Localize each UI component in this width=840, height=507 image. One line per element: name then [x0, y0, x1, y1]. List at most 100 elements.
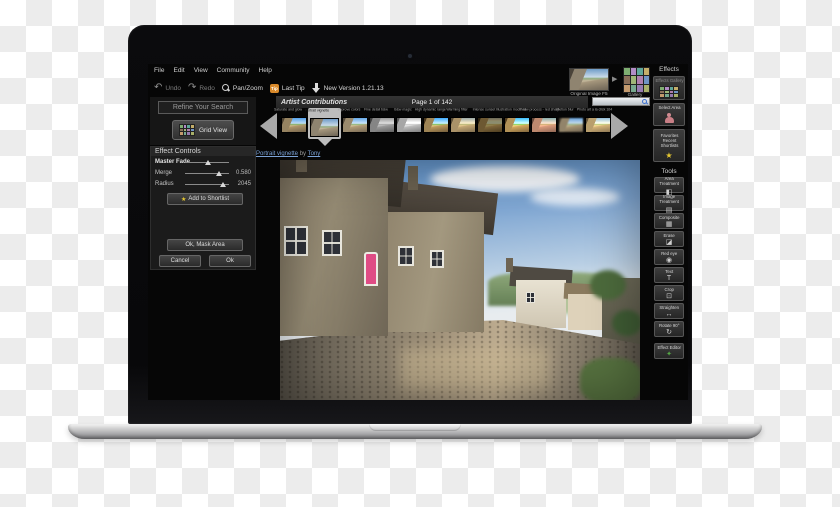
- add-to-shortlist-button[interactable]: ★ Add to Shortlist: [167, 193, 243, 205]
- slider-label: Merge: [155, 170, 185, 176]
- search-input[interactable]: [592, 97, 650, 106]
- slider-label: Master Fade: [155, 159, 185, 165]
- original-image-thumbnail[interactable]: [569, 68, 609, 91]
- straighten-icon: ↔: [666, 311, 673, 318]
- ok-button[interactable]: Ok: [209, 255, 251, 267]
- ok-mask-area-button[interactable]: Ok, Mask Area: [167, 239, 243, 251]
- last-tip-button[interactable]: Tip Last Tip: [270, 84, 305, 93]
- effect-thumbnail-label: B&w magic: [387, 108, 417, 113]
- effect-thumbnail-image: [450, 117, 476, 133]
- effect-editor-icon: ✦: [666, 351, 672, 358]
- tools-list: Area Treatment ◧ Image Treatment ▤ Compo…: [654, 175, 684, 337]
- webcam-dot: [408, 54, 412, 58]
- effect-thumbnail-label: Saturate and glow: [272, 108, 302, 113]
- tools-panel-title: Tools: [661, 168, 676, 175]
- menu-item[interactable]: Edit: [173, 67, 184, 74]
- tool-button[interactable]: Erase ◪: [654, 231, 684, 247]
- slider-handle[interactable]: [205, 160, 211, 165]
- effect-thumbnail[interactable]: Photo art a la click 104: [585, 108, 611, 133]
- menu-bar: File Edit View Community Help: [154, 67, 272, 74]
- effect-thumbnail-label: Improve colors: [333, 108, 363, 113]
- cancel-button[interactable]: Cancel: [159, 255, 201, 267]
- contributions-header: Artist Contributions Page 1 of 142: [276, 96, 588, 108]
- slider-handle[interactable]: [220, 182, 226, 187]
- laptop-base: [68, 424, 762, 439]
- menu-item[interactable]: View: [194, 67, 208, 74]
- effects-gallery-label: Effects Gallery: [655, 79, 683, 84]
- page-background: FileEditViewCommunityHelp ↶ Undo ↷ Redo …: [0, 0, 840, 507]
- effect-thumbnail-image: [558, 117, 584, 133]
- color-swatch: [624, 68, 630, 75]
- color-swatch: [631, 68, 637, 75]
- slider-row: Merge 0.580: [151, 167, 255, 178]
- slider-track[interactable]: [185, 158, 229, 166]
- effect-controls-title: Effect Controls: [151, 147, 255, 156]
- slider-label: Radius: [155, 181, 185, 187]
- search-icon: [642, 99, 648, 105]
- tool-button[interactable]: Crop ⊡: [654, 285, 684, 301]
- gallery-thumbnail[interactable]: [623, 67, 650, 93]
- menu-item[interactable]: File: [154, 67, 164, 74]
- new-version-label: New Version 1.21.13: [324, 85, 384, 92]
- redo-button[interactable]: ↷ Redo: [188, 84, 215, 92]
- effect-thumbnail-label: Motion blur: [549, 108, 579, 113]
- arrow-right-icon: ▶: [612, 75, 617, 83]
- slider-track[interactable]: [185, 180, 229, 188]
- undo-label: Undo: [165, 85, 181, 92]
- tool-button[interactable]: Image Treatment ▤: [654, 195, 684, 211]
- effect-thumbnail-label: raw process - red sharp: [522, 108, 552, 113]
- undo-button[interactable]: ↶ Undo: [154, 84, 181, 92]
- color-swatch: [644, 76, 650, 83]
- effect-thumbnail-label: Illustration modified: [495, 108, 525, 113]
- composite-icon: ▦: [666, 221, 673, 228]
- pan-zoom-button[interactable]: Pan/Zoom: [222, 84, 263, 92]
- color-swatch: [644, 85, 650, 92]
- author-link[interactable]: Tony: [308, 151, 321, 157]
- effect-thumbnail[interactable]: Portrait vignette: [308, 108, 341, 139]
- slider-handle[interactable]: [216, 171, 222, 176]
- tool-label: Image Treatment: [656, 195, 682, 205]
- effect-thumbnail-image: [310, 118, 339, 137]
- effect-name-link[interactable]: Portrait vignette: [256, 151, 298, 157]
- effect-controls-panel: Effect Controls Master Fade Mer: [150, 146, 256, 270]
- menu-item[interactable]: Help: [259, 67, 272, 74]
- select-area-button[interactable]: Select Area: [653, 103, 685, 126]
- color-swatch: [637, 76, 643, 83]
- menu-item[interactable]: Community: [217, 67, 250, 74]
- by-text: by: [300, 151, 306, 157]
- laptop-bezel: FileEditViewCommunityHelp ↶ Undo ↷ Redo …: [128, 25, 692, 424]
- effect-editor-label: Effect Editor: [656, 345, 682, 350]
- slider-track[interactable]: [185, 169, 229, 177]
- grid-view-button[interactable]: Grid View: [172, 120, 234, 140]
- filmstrip-next-arrow[interactable]: [611, 113, 628, 139]
- tool-button[interactable]: Rotate 90° ↻: [654, 321, 684, 337]
- redo-label: Redo: [199, 85, 215, 92]
- effect-thumbnail-label: Portrait vignette: [300, 109, 334, 114]
- select-area-label: Select Area: [655, 106, 683, 111]
- selected-effect-caption: Portrait vignette by Tony: [256, 151, 320, 157]
- tool-button[interactable]: Text T: [654, 267, 684, 283]
- tool-label: Area Treatment: [656, 177, 682, 187]
- effect-thumbnail-strip: Saturate and glow Portrait vignette Impr…: [281, 108, 609, 139]
- effect-editor-button[interactable]: Effect Editor ✦: [654, 343, 684, 359]
- effect-thumbnail-image: [396, 117, 422, 133]
- tool-button[interactable]: Red eye ◉: [654, 249, 684, 265]
- rotate-90-icon: ↻: [666, 329, 672, 336]
- page-indicator: Page 1 of 142: [276, 99, 588, 106]
- new-version-button[interactable]: New Version 1.21.13: [312, 83, 384, 94]
- effects-gallery-button[interactable]: Effects Gallery: [653, 76, 685, 100]
- filmstrip-prev-arrow[interactable]: [260, 113, 277, 139]
- magnifier-icon: [222, 84, 230, 92]
- gallery-swatch-grid: [623, 67, 650, 93]
- text-icon: T: [667, 275, 671, 282]
- tool-button[interactable]: Composite ▦: [654, 213, 684, 229]
- effect-thumbnail-label: High dynamic range: [414, 108, 444, 113]
- effect-thumbnail-label: Photo art a la click 104: [576, 108, 606, 113]
- pan-zoom-label: Pan/Zoom: [233, 85, 263, 92]
- refine-search-button[interactable]: Refine Your Search: [158, 101, 248, 114]
- tool-button[interactable]: Area Treatment ◧: [654, 177, 684, 193]
- main-photo-preview[interactable]: [280, 160, 640, 400]
- tool-button[interactable]: Straighten ↔: [654, 303, 684, 319]
- color-swatch: [631, 85, 637, 92]
- favorites-shortlists-button[interactable]: Favorites Recent Shortlists ★: [653, 129, 685, 163]
